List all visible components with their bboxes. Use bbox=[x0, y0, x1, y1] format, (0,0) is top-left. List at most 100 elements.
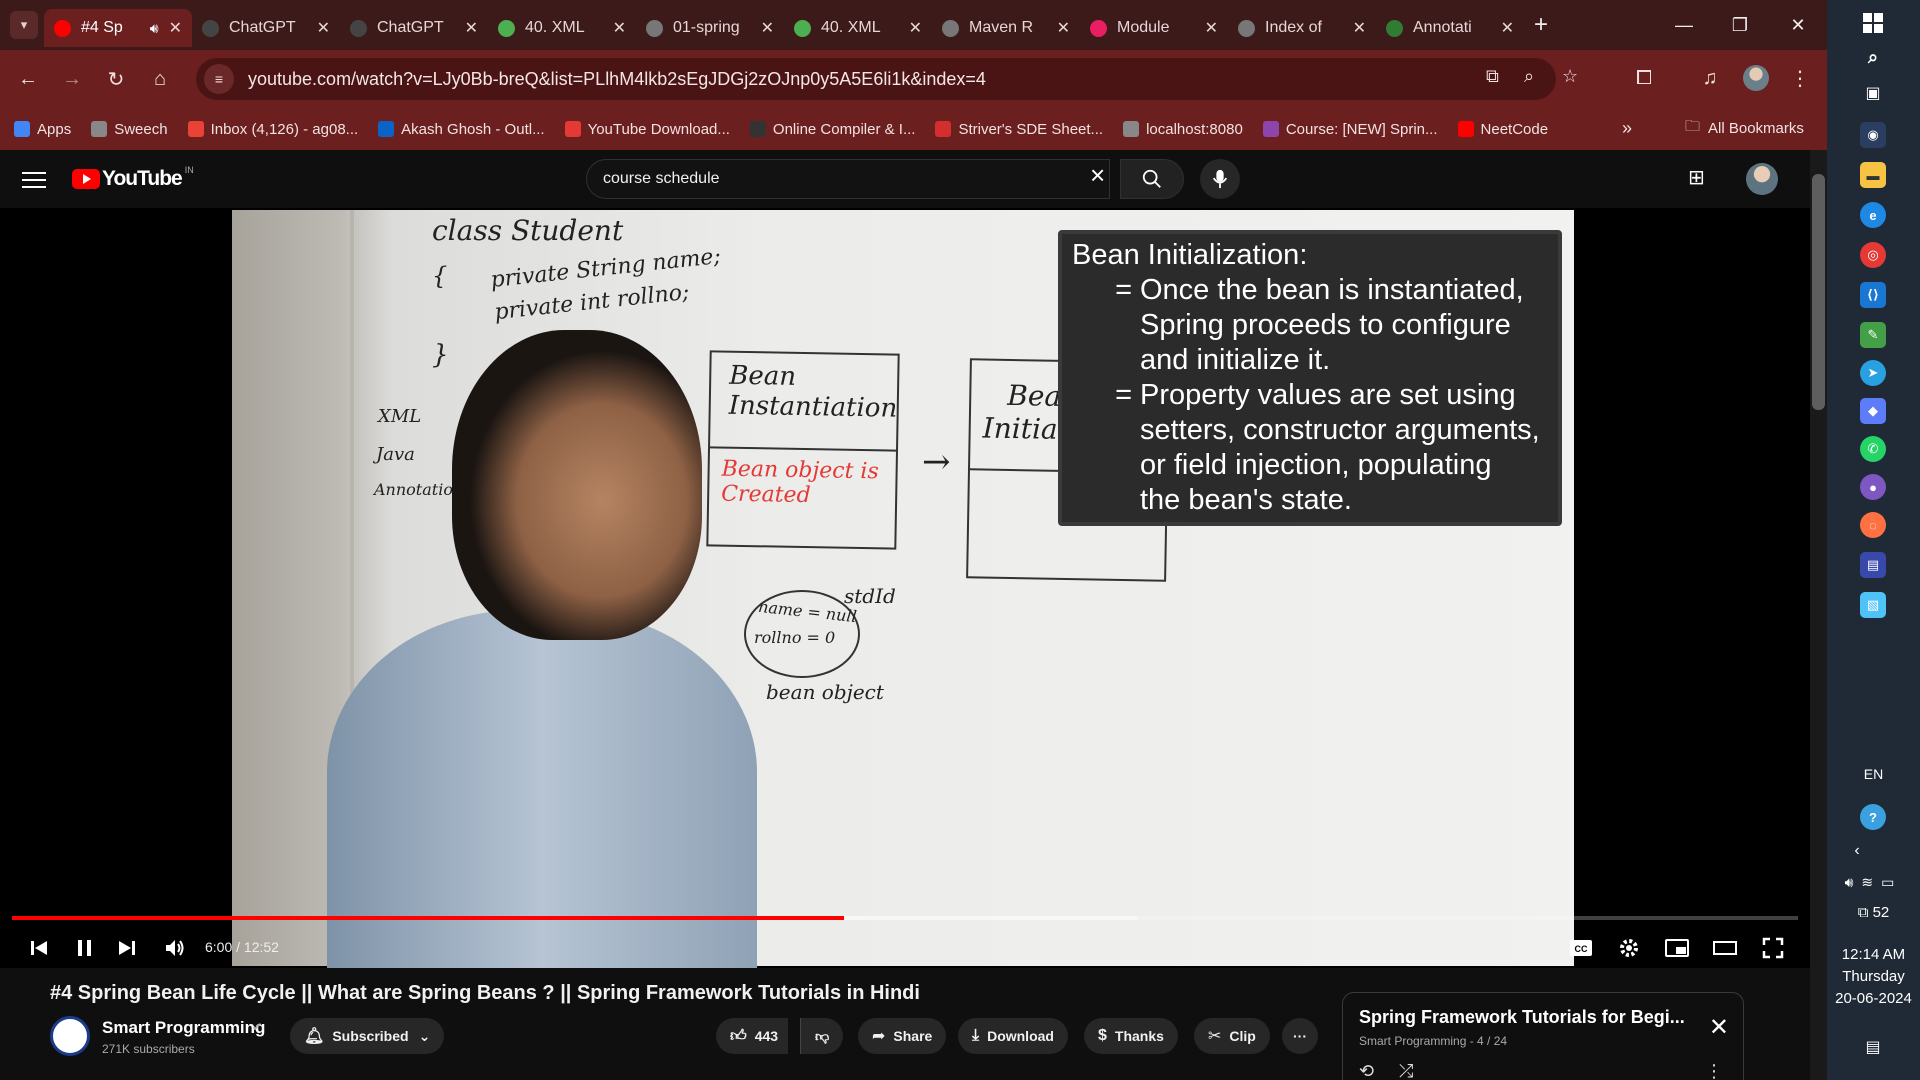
system-tray-icons[interactable]: 🔊︎≋▭ bbox=[1827, 874, 1920, 891]
bookmark-0[interactable]: Apps bbox=[14, 121, 71, 138]
clock-time[interactable]: 12:14 AM bbox=[1827, 946, 1920, 963]
app-icon-2[interactable]: ◆ bbox=[1860, 398, 1886, 424]
fullscreen-button[interactable] bbox=[1756, 932, 1790, 964]
video-frame[interactable]: class Student { private String name; pri… bbox=[232, 210, 1574, 970]
vscode-icon[interactable]: ⟨⟩ bbox=[1860, 282, 1886, 308]
previous-button[interactable] bbox=[24, 932, 54, 964]
tab-7[interactable]: Module ✕ bbox=[1080, 9, 1228, 47]
close-tab-icon[interactable]: ✕ bbox=[613, 18, 626, 38]
restore-button[interactable]: ❐ bbox=[1712, 0, 1768, 50]
tab-search-button[interactable]: ▾ bbox=[10, 11, 38, 39]
app-icon-3[interactable]: ◌ bbox=[1860, 512, 1886, 538]
volume-button[interactable] bbox=[160, 932, 190, 964]
close-tab-icon[interactable]: ✕ bbox=[761, 18, 774, 38]
loop-icon[interactable]: ⟲ bbox=[1359, 1061, 1374, 1080]
file-explorer-icon[interactable]: ▬ bbox=[1860, 162, 1886, 188]
help-icon[interactable]: ? bbox=[1860, 804, 1886, 830]
address-bar[interactable]: ≡ youtube.com/watch?v=LJy0Bb-breQ&list=P… bbox=[196, 58, 1578, 100]
settings-button[interactable] bbox=[1614, 932, 1644, 964]
whatsapp-icon[interactable]: ✆ bbox=[1860, 436, 1886, 462]
app-icon-4[interactable]: ▤ bbox=[1860, 552, 1886, 578]
search-input[interactable]: course schedule bbox=[586, 159, 1110, 199]
forward-button[interactable]: → bbox=[52, 59, 92, 99]
voice-search-button[interactable] bbox=[1200, 159, 1240, 199]
clip-button[interactable]: ✂ Clip bbox=[1194, 1018, 1270, 1054]
bookmark-9[interactable]: NeetCode bbox=[1457, 121, 1548, 138]
url-text[interactable]: youtube.com/watch?v=LJy0Bb-breQ&list=PLl… bbox=[248, 69, 986, 90]
miniplayer-button[interactable] bbox=[1660, 932, 1694, 964]
search-button[interactable] bbox=[1120, 159, 1184, 199]
tab-9[interactable]: Annotati ✕ bbox=[1376, 9, 1524, 47]
close-window-button[interactable]: ✕ bbox=[1770, 0, 1826, 50]
clear-search-icon[interactable]: × bbox=[1090, 160, 1105, 191]
close-tab-icon[interactable]: ✕ bbox=[317, 18, 330, 38]
shuffle-icon[interactable]: ⤮ bbox=[1399, 1061, 1413, 1080]
more-vertical-icon[interactable]: ⋮ bbox=[1705, 1061, 1723, 1080]
close-tab-icon[interactable]: ✕ bbox=[169, 18, 182, 38]
playlist-title[interactable]: Spring Framework Tutorials for Begi... bbox=[1359, 1007, 1727, 1028]
download-button[interactable]: ⤓ Download bbox=[958, 1018, 1068, 1054]
notification-center-icon[interactable]: ▤ bbox=[1860, 1034, 1886, 1060]
close-icon[interactable]: ✕ bbox=[1709, 1013, 1729, 1042]
task-view-icon[interactable]: ▣ bbox=[1860, 80, 1886, 106]
share-button[interactable]: ➦ Share bbox=[858, 1018, 947, 1054]
chrome-icon[interactable]: ◎ bbox=[1860, 242, 1886, 268]
subscribed-button[interactable]: 🔔︎ Subscribed ⌄ bbox=[290, 1018, 445, 1054]
profile-button[interactable] bbox=[1736, 58, 1776, 98]
bookmark-4[interactable]: YouTube Download... bbox=[564, 121, 730, 138]
windows-start-icon[interactable] bbox=[1860, 10, 1886, 36]
bookmark-1[interactable]: Sweech bbox=[91, 121, 168, 138]
thanks-button[interactable]: $ Thanks bbox=[1084, 1018, 1178, 1054]
playlist-panel[interactable]: Spring Framework Tutorials for Begi... S… bbox=[1342, 992, 1744, 1080]
zoom-icon[interactable]: ⌕ bbox=[1524, 66, 1534, 87]
bookmark-5[interactable]: Online Compiler & I... bbox=[749, 121, 915, 138]
create-video-icon[interactable]: ⊞ bbox=[1688, 165, 1705, 190]
theater-mode-button[interactable] bbox=[1708, 932, 1742, 964]
next-button[interactable] bbox=[112, 932, 142, 964]
scrollbar-thumb[interactable] bbox=[1812, 174, 1825, 410]
edge-icon[interactable]: e bbox=[1860, 202, 1886, 228]
extensions-icon[interactable]: ⧠ bbox=[1624, 58, 1664, 98]
close-tab-icon[interactable]: ✕ bbox=[1353, 18, 1366, 38]
notifications-badge[interactable]: ⧉ 52 bbox=[1827, 904, 1920, 921]
close-tab-icon[interactable]: ✕ bbox=[1501, 18, 1514, 38]
more-actions-button[interactable]: ··· bbox=[1282, 1018, 1318, 1054]
close-tab-icon[interactable]: ✕ bbox=[1205, 18, 1218, 38]
home-button[interactable]: ⌂ bbox=[140, 59, 180, 99]
speaker-icon[interactable]: 🔊︎ bbox=[150, 20, 159, 37]
notepad-icon[interactable]: ✎ bbox=[1860, 322, 1886, 348]
pause-button[interactable] bbox=[70, 932, 100, 964]
tab-1[interactable]: ChatGPT ✕ bbox=[192, 9, 340, 47]
account-avatar[interactable] bbox=[1746, 163, 1778, 195]
tab-4[interactable]: 01-spring ✕ bbox=[636, 9, 784, 47]
site-info-icon[interactable]: ≡ bbox=[204, 64, 234, 94]
all-bookmarks-button[interactable]: 🗀 All Bookmarks bbox=[1685, 116, 1804, 141]
language-indicator[interactable]: EN bbox=[1827, 766, 1920, 782]
browser-menu-icon[interactable]: ⋮ bbox=[1780, 58, 1820, 98]
tab-5[interactable]: 40. XML ✕ bbox=[784, 9, 932, 47]
tab-6[interactable]: Maven R ✕ bbox=[932, 9, 1080, 47]
telegram-icon[interactable]: ➤ bbox=[1860, 360, 1886, 386]
menu-icon[interactable] bbox=[22, 167, 46, 189]
chevron-left-icon[interactable]: ‹ bbox=[1827, 842, 1887, 860]
video-player[interactable]: class Student { private String name; pri… bbox=[0, 208, 1810, 970]
like-button[interactable]: 👍︎ 443 bbox=[716, 1018, 789, 1054]
bookmark-3[interactable]: Akash Ghosh - Outl... bbox=[378, 121, 545, 138]
tab-3[interactable]: 40. XML ✕ bbox=[488, 9, 636, 47]
search-icon[interactable]: ⌕ bbox=[1860, 44, 1886, 70]
bookmark-8[interactable]: Course: [NEW] Sprin... bbox=[1262, 121, 1438, 138]
captions-button[interactable]: CC bbox=[1566, 932, 1596, 964]
close-tab-icon[interactable]: ✕ bbox=[1057, 18, 1070, 38]
back-button[interactable]: ← bbox=[8, 59, 48, 99]
close-tab-icon[interactable]: ✕ bbox=[909, 18, 922, 38]
channel-name[interactable]: Smart Programming bbox=[102, 1018, 265, 1038]
channel-avatar[interactable] bbox=[50, 1016, 90, 1056]
bookmark-star-icon[interactable]: ☆ bbox=[1562, 66, 1578, 87]
bookmark-6[interactable]: Striver's SDE Sheet... bbox=[935, 121, 1103, 138]
tab-0[interactable]: #4 Sp 🔊︎ ✕ bbox=[44, 9, 192, 47]
media-control-icon[interactable]: ♫ bbox=[1690, 58, 1730, 98]
search-query[interactable]: course schedule bbox=[603, 170, 720, 188]
github-icon[interactable]: ● bbox=[1860, 474, 1886, 500]
photos-icon[interactable]: ▧ bbox=[1860, 592, 1886, 618]
bookmark-2[interactable]: Inbox (4,126) - ag08... bbox=[187, 121, 358, 138]
